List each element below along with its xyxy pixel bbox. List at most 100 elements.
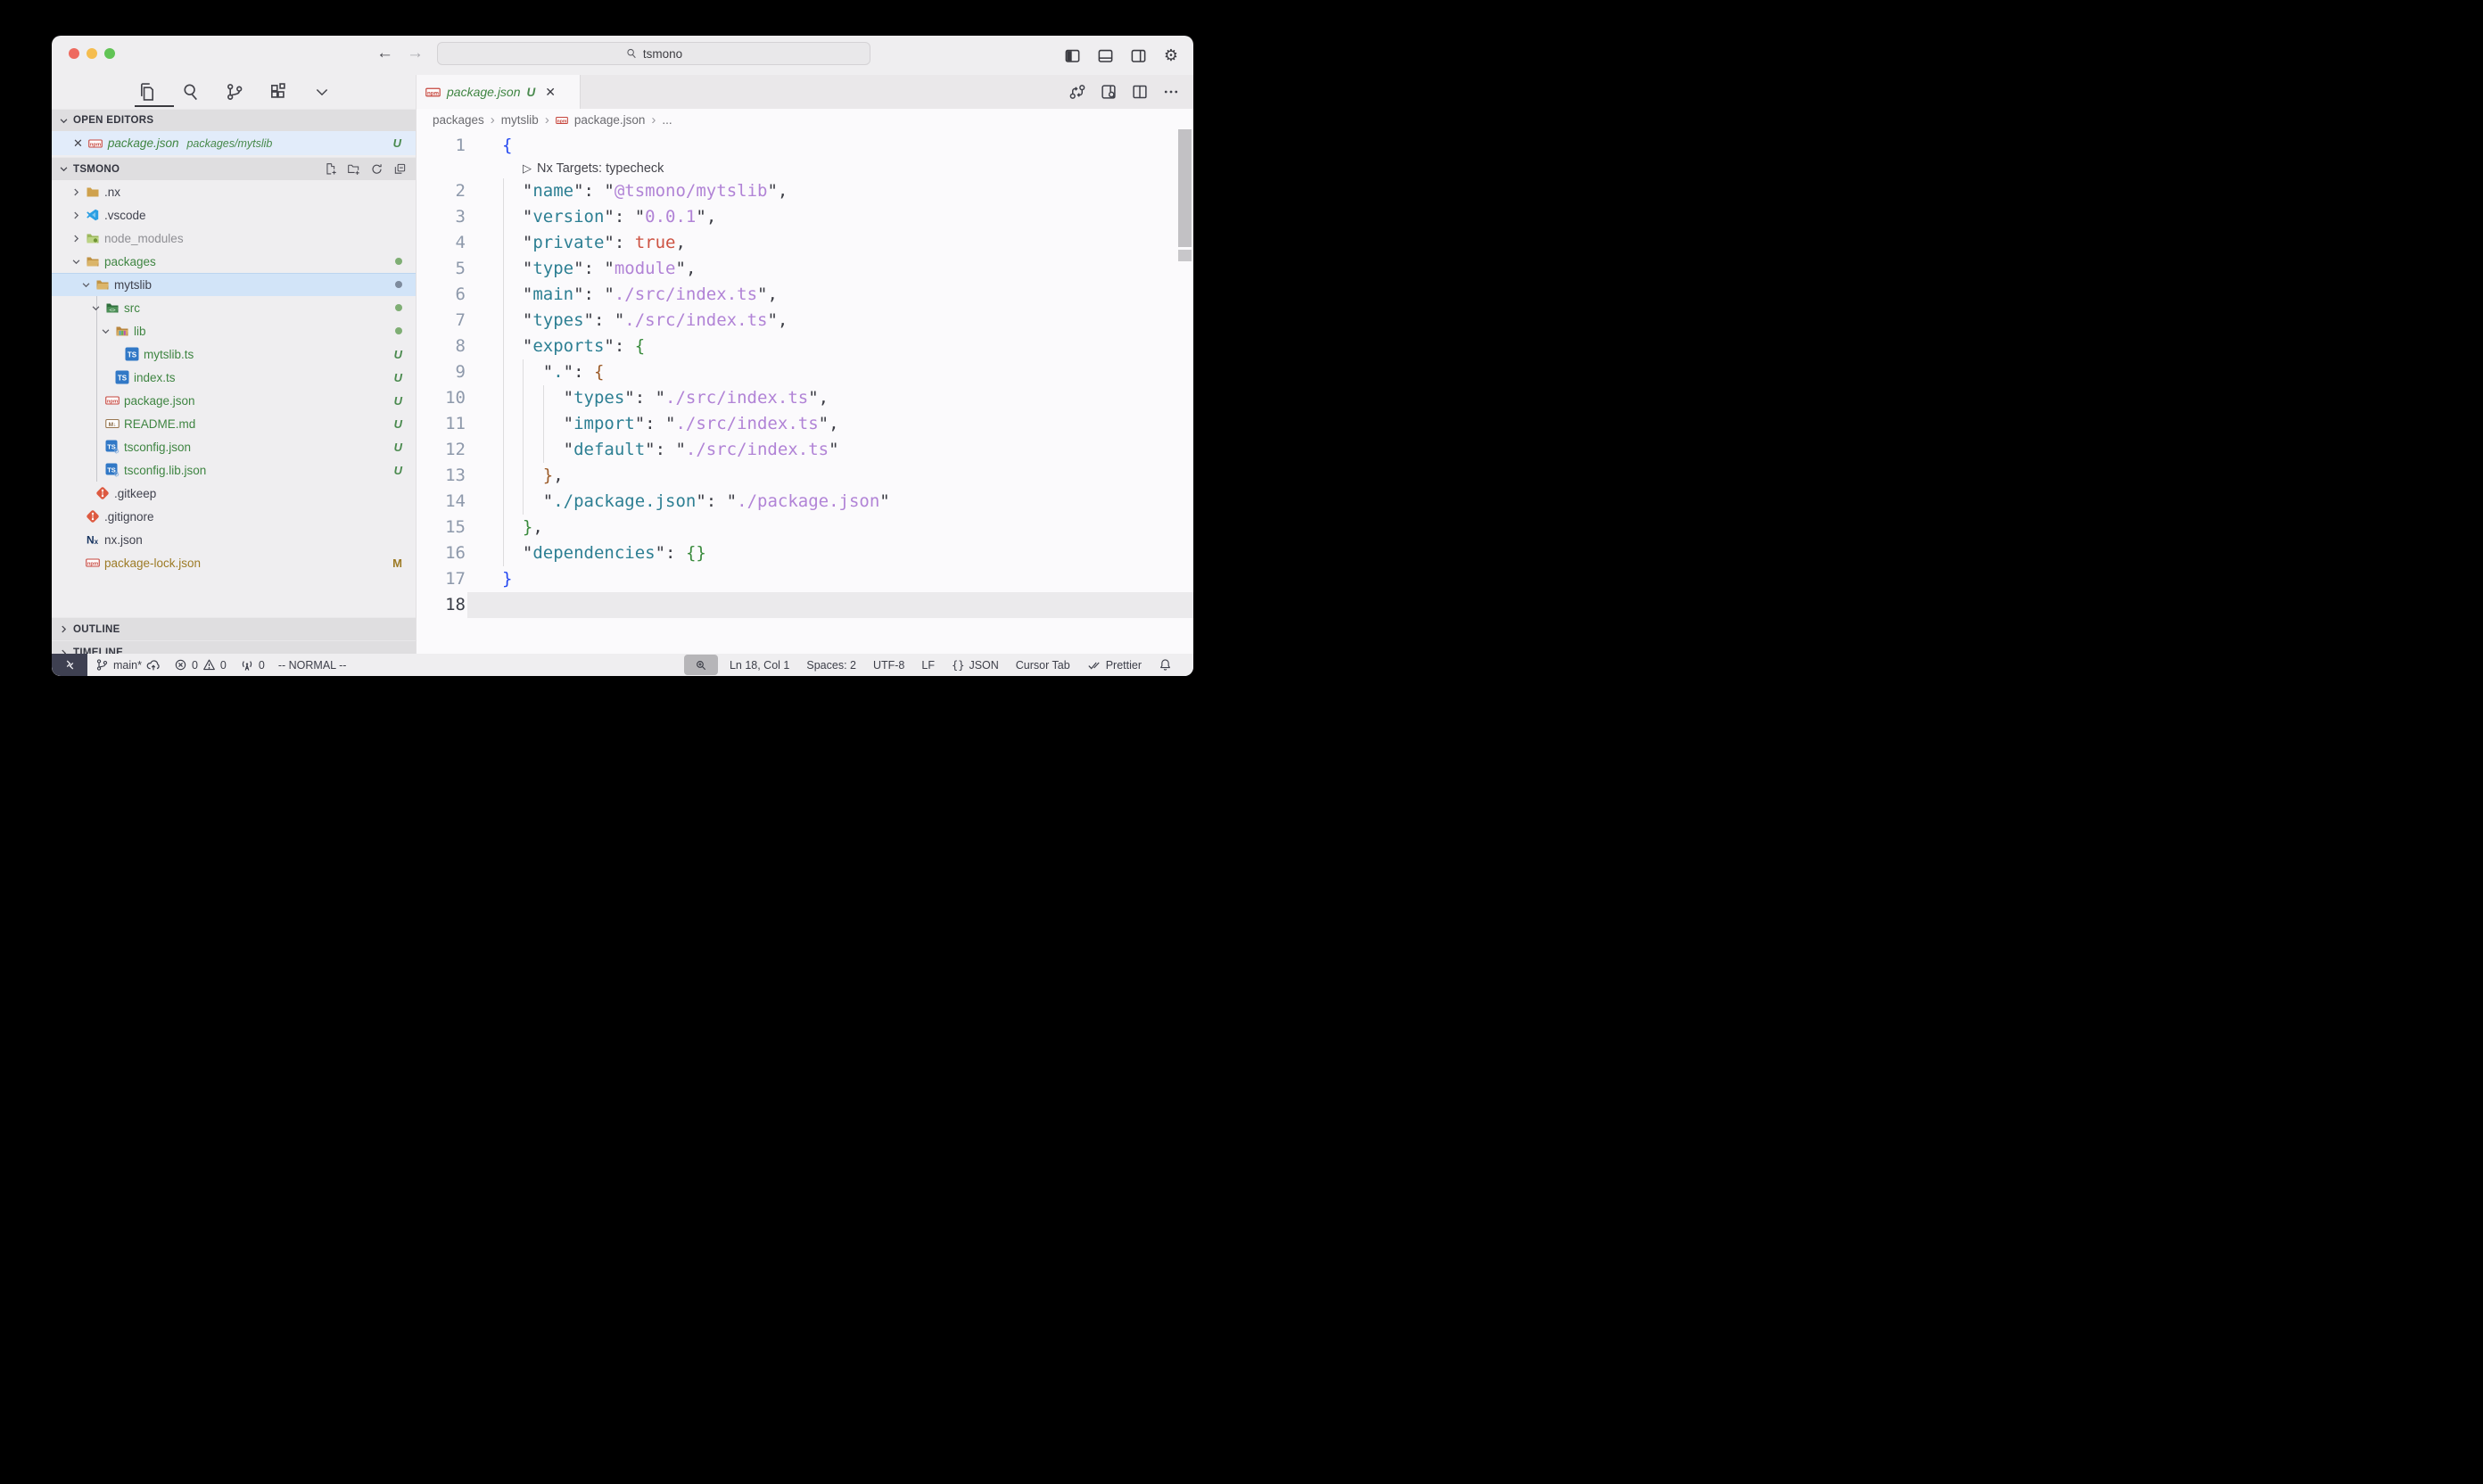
explorer-section-header[interactable]: TSMONO [52, 157, 416, 180]
tab-package-json[interactable]: npm package.json U ✕ [417, 75, 581, 109]
breadcrumb-item[interactable]: package.json [574, 113, 646, 127]
close-icon[interactable]: ✕ [73, 136, 83, 151]
open-changes-icon[interactable] [1068, 83, 1086, 101]
tree-item-nx.json[interactable]: Nxnx.json [52, 528, 416, 551]
breadcrumb-item[interactable]: packages [433, 113, 484, 127]
code-line-2[interactable]: 2 "name": "@tsmono/mytslib", [417, 178, 1193, 204]
collapse-all-icon[interactable] [393, 162, 407, 176]
settings-gear-icon[interactable]: ⚙ [1161, 45, 1181, 65]
code-line-7[interactable]: 7 "types": "./src/index.ts", [417, 308, 1193, 334]
code-line-15[interactable]: 15 }, [417, 515, 1193, 540]
open-preview-icon[interactable] [1100, 83, 1118, 101]
git-status-dot [395, 281, 402, 288]
chevron-down-icon[interactable] [91, 303, 101, 313]
status-item-lf[interactable]: LF [921, 659, 935, 672]
code-line-14[interactable]: 14 "./package.json": "./package.json" [417, 489, 1193, 515]
minimize-window-button[interactable] [87, 48, 97, 59]
tree-item-node_modules[interactable]: node_modules [52, 227, 416, 250]
chevron-down-icon[interactable] [81, 280, 91, 290]
code-line-1[interactable]: 1{ [417, 133, 1193, 159]
toggle-primary-sidebar-icon[interactable] [1062, 45, 1082, 65]
tree-item-label: .vscode [104, 209, 146, 222]
run-play-icon[interactable]: ▷ [523, 159, 532, 178]
tree-item-.gitkeep[interactable]: .gitkeep [52, 482, 416, 505]
chevron-down-icon[interactable] [101, 326, 111, 336]
status-item-main-[interactable]: main* [95, 658, 161, 672]
code-line-10[interactable]: 10 "types": "./src/index.ts", [417, 385, 1193, 411]
status-item-ln-18-col-1[interactable]: Ln 18, Col 1 [730, 659, 789, 672]
explorer-files-icon[interactable] [137, 82, 157, 102]
code-line-17[interactable]: 17} [417, 566, 1193, 592]
breadcrumb-item[interactable]: mytslib [501, 113, 539, 127]
tree-item-README.md[interactable]: M↓README.mdU [52, 412, 416, 435]
tree-item-package.json[interactable]: npmpackage.jsonU [52, 389, 416, 412]
status-item-prettier[interactable]: Prettier [1087, 658, 1142, 672]
tree-item-tsconfig.lib.json[interactable]: TS⚙tsconfig.lib.jsonU [52, 458, 416, 482]
scrollbar[interactable] [1178, 129, 1192, 247]
code-line-3[interactable]: 3 "version": "0.0.1", [417, 204, 1193, 230]
remote-indicator[interactable] [52, 654, 87, 676]
open-editor-item[interactable]: ✕ npm package.json packages/mytslib U [52, 131, 416, 155]
tab-close-icon[interactable]: ✕ [545, 85, 556, 100]
new-folder-icon[interactable] [347, 162, 360, 176]
codelens[interactable]: ▷Nx Targets: typecheck [417, 159, 1193, 178]
status-item-utf-8[interactable]: UTF-8 [873, 659, 904, 672]
status-item-spaces-2[interactable]: Spaces: 2 [806, 659, 856, 672]
svg-text:TS: TS [118, 374, 128, 382]
command-center-search[interactable]: tsmono [437, 42, 870, 65]
search-value: tsmono [643, 47, 682, 61]
refresh-icon[interactable] [370, 162, 384, 176]
tree-item-label: nx.json [104, 533, 143, 547]
screencast-zoom-indicator[interactable] [684, 655, 718, 675]
navigate-forward-button[interactable]: → [407, 44, 424, 63]
tree-item-index.ts[interactable]: TSindex.tsU [52, 366, 416, 389]
chevron-down-icon[interactable] [71, 257, 81, 267]
open-editors-header[interactable]: OPEN EDITORS [52, 109, 416, 131]
chevron-right-icon[interactable] [71, 187, 81, 197]
toggle-secondary-sidebar-icon[interactable] [1128, 45, 1148, 65]
code-line-11[interactable]: 11 "import": "./src/index.ts", [417, 411, 1193, 437]
maximize-window-button[interactable] [104, 48, 115, 59]
code-line-4[interactable]: 4 "private": true, [417, 230, 1193, 256]
chevron-right-icon [59, 624, 69, 634]
search-panel-icon[interactable] [181, 82, 201, 102]
code-line-13[interactable]: 13 }, [417, 463, 1193, 489]
code-line-18[interactable]: 18 [417, 592, 1193, 618]
breadcrumb-item[interactable]: ... [662, 113, 672, 127]
status-item-0[interactable]: 0 [240, 658, 265, 672]
code-line-6[interactable]: 6 "main": "./src/index.ts", [417, 282, 1193, 308]
status-item-0[interactable]: 00 [174, 658, 227, 672]
code-line-8[interactable]: 8 "exports": { [417, 334, 1193, 359]
toggle-panel-icon[interactable] [1095, 45, 1115, 65]
source-control-icon[interactable] [225, 82, 244, 102]
outline-section-header[interactable]: OUTLINE [52, 617, 416, 640]
chevron-right-icon[interactable] [71, 234, 81, 243]
code-line-16[interactable]: 16 "dependencies": {} [417, 540, 1193, 566]
code-line-12[interactable]: 12 "default": "./src/index.ts" [417, 437, 1193, 463]
close-window-button[interactable] [69, 48, 79, 59]
split-editor-icon[interactable] [1131, 83, 1149, 101]
tree-item-.vscode[interactable]: .vscode [52, 203, 416, 227]
tree-item-mytslib.ts[interactable]: TSmytslib.tsU [52, 342, 416, 366]
status-item-cursor-tab[interactable]: Cursor Tab [1016, 659, 1070, 672]
tree-item-src[interactable]: <>src [52, 296, 416, 319]
status-item--normal-[interactable]: -- NORMAL -- [278, 659, 347, 672]
tree-item-.gitignore[interactable]: .gitignore [52, 505, 416, 528]
status-item-json[interactable]: {}JSON [952, 659, 999, 672]
notifications-bell-icon[interactable] [1159, 658, 1172, 672]
tree-item-packages[interactable]: packages [52, 250, 416, 273]
extensions-icon[interactable] [268, 82, 288, 102]
more-actions-icon[interactable] [1162, 83, 1180, 101]
tree-item-lib[interactable]: lib [52, 319, 416, 342]
chevron-right-icon[interactable] [71, 210, 81, 220]
tree-item-mytslib[interactable]: mytslib [52, 273, 416, 296]
navigate-back-button[interactable]: ← [376, 44, 393, 63]
code-line-9[interactable]: 9 ".": { [417, 359, 1193, 385]
more-views-chevron-icon[interactable] [312, 82, 332, 102]
tree-item-tsconfig.json[interactable]: TS⚙tsconfig.jsonU [52, 435, 416, 458]
code-editor[interactable]: 1{▷Nx Targets: typecheck2 "name": "@tsmo… [417, 131, 1193, 618]
code-line-5[interactable]: 5 "type": "module", [417, 256, 1193, 282]
new-file-icon[interactable] [324, 162, 337, 176]
tree-item-.nx[interactable]: .nx [52, 180, 416, 203]
tree-item-package-lock.json[interactable]: npmpackage-lock.jsonM [52, 551, 416, 574]
